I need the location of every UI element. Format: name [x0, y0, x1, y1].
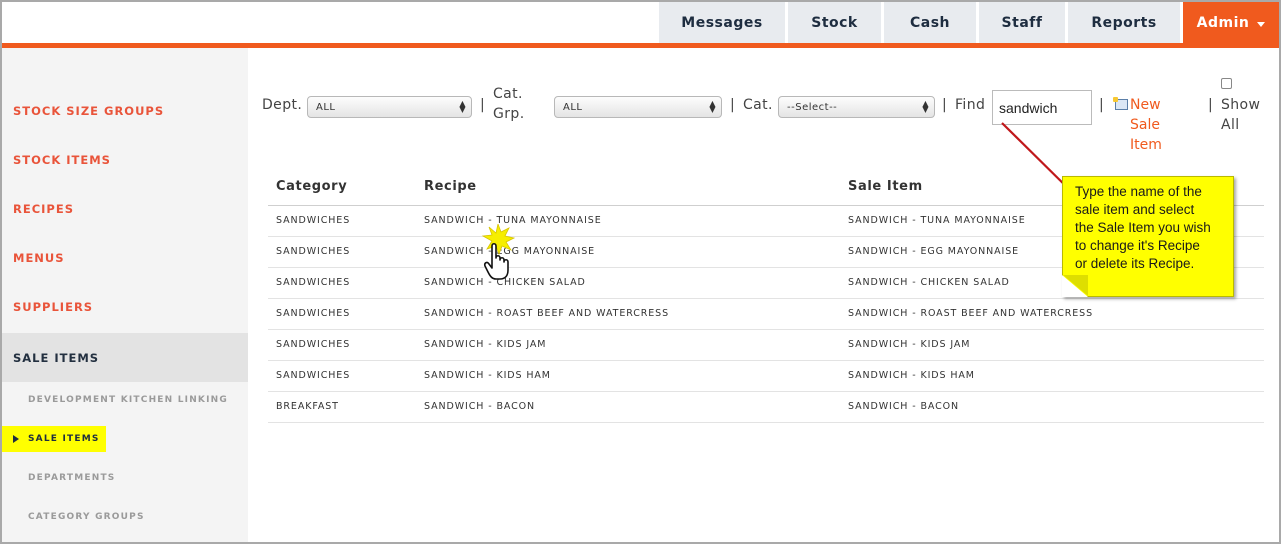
cell-recipe: SANDWICH - BACON: [424, 401, 536, 412]
sidebar-sub-development-kitchen-linking[interactable]: DEVELOPMENT KITCHEN LINKING: [2, 387, 228, 413]
sidebar-item-recipes[interactable]: RECIPES: [2, 184, 248, 233]
callout-line: or delete its Recipe.: [1075, 256, 1195, 271]
cell-category: SANDWICHES: [276, 339, 351, 350]
tab-admin[interactable]: Admin: [1183, 2, 1279, 44]
cell-sale-item: SANDWICH - ROAST BEEF AND WATERCRESS: [848, 308, 1094, 319]
sidebar-sub-category-groups[interactable]: CATEGORY GROUPS: [2, 504, 145, 530]
new-sale-item-link[interactable]: New Sale Item: [1130, 95, 1162, 155]
cell-sale-item: SANDWICH - KIDS HAM: [848, 370, 975, 381]
callout-line: the Sale Item you wish: [1075, 220, 1211, 235]
catgrp-select-value: ALL: [563, 101, 583, 113]
column-header-sale-item[interactable]: Sale Item: [848, 179, 923, 194]
sidebar-item-stock-items[interactable]: STOCK ITEMS: [2, 135, 248, 184]
cell-sale-item: SANDWICH - CHICKEN SALAD: [848, 277, 1010, 288]
select-arrows-icon: ▲ ▼: [459, 99, 466, 114]
cell-sale-item: SANDWICH - TUNA MAYONNAISE: [848, 215, 1026, 226]
filter-separator: |: [1099, 97, 1104, 113]
new-sale-item-line3: Item: [1130, 137, 1162, 153]
table-row[interactable]: SANDWICHES SANDWICH - ROAST BEEF AND WAT…: [268, 299, 1264, 330]
sidebar-sub-sale-items[interactable]: SALE ITEMS: [2, 426, 106, 452]
filter-separator: |: [730, 97, 735, 113]
find-label: Find: [955, 97, 986, 113]
catgrp-label-line2: Grp.: [493, 106, 525, 122]
dept-select-value: ALL: [316, 101, 336, 113]
filter-separator: |: [480, 97, 485, 113]
table-row[interactable]: BREAKFAST SANDWICH - BACON SANDWICH - BA…: [268, 392, 1264, 423]
callout-line: Type the name of the: [1075, 184, 1202, 199]
select-arrows-icon: ▲ ▼: [709, 99, 716, 114]
show-all-label-line2: All: [1221, 117, 1240, 133]
caret-down-icon: [1257, 21, 1266, 27]
dept-label: Dept.: [262, 97, 303, 113]
table-row[interactable]: SANDWICHES SANDWICH - KIDS HAM SANDWICH …: [268, 361, 1264, 392]
cell-recipe: SANDWICH - ROAST BEEF AND WATERCRESS: [424, 308, 670, 319]
sidebar-sub-sale-items-label: SALE ITEMS: [28, 434, 100, 444]
cell-recipe: SANDWICH - KIDS JAM: [424, 339, 547, 350]
callout-line: to change it's Recipe: [1075, 238, 1200, 253]
tab-admin-label: Admin: [1196, 15, 1250, 31]
cell-sale-item: SANDWICH - KIDS JAM: [848, 339, 971, 350]
new-sale-item-line1: New: [1130, 97, 1161, 113]
top-nav: Messages Stock Cash Staff Reports Admin: [2, 2, 1279, 44]
callout-line: sale item and select: [1075, 202, 1195, 217]
column-header-category[interactable]: Category: [276, 179, 347, 194]
cell-category: SANDWICHES: [276, 277, 351, 288]
column-header-recipe[interactable]: Recipe: [424, 179, 477, 194]
table-row[interactable]: SANDWICHES SANDWICH - KIDS JAM SANDWICH …: [268, 330, 1264, 361]
cell-recipe: SANDWICH - CHICKEN SALAD: [424, 277, 586, 288]
help-callout: Type the name of the sale item and selec…: [1062, 176, 1234, 297]
find-input[interactable]: [992, 90, 1092, 125]
tab-messages[interactable]: Messages: [659, 2, 785, 44]
cell-category: SANDWICHES: [276, 370, 351, 381]
sidebar-item-suppliers[interactable]: SUPPLIERS: [2, 282, 248, 331]
sidebar-pointer-icon: [13, 435, 19, 443]
cell-recipe: SANDWICH - TUNA MAYONNAISE: [424, 215, 602, 226]
tab-reports[interactable]: Reports: [1068, 2, 1180, 44]
show-all-label-line1: Show: [1221, 97, 1261, 113]
cell-recipe: SANDWICH - KIDS HAM: [424, 370, 551, 381]
cat-select-value: --Select--: [787, 101, 838, 113]
cell-category: SANDWICHES: [276, 215, 351, 226]
cell-category: SANDWICHES: [276, 246, 351, 257]
tab-staff[interactable]: Staff: [979, 2, 1065, 44]
cell-sale-item: SANDWICH - EGG MAYONNAISE: [848, 246, 1020, 257]
sidebar-item-menus[interactable]: MENUS: [2, 233, 248, 282]
new-sale-item-line2: Sale: [1130, 117, 1160, 133]
sidebar-item-stock-size-groups[interactable]: STOCK SIZE GROUPS: [2, 86, 248, 135]
catgrp-label-line1: Cat.: [493, 86, 523, 102]
sidebar-sub-departments[interactable]: DEPARTMENTS: [2, 465, 115, 491]
show-all-checkbox[interactable]: [1221, 78, 1232, 89]
cat-label: Cat.: [743, 97, 773, 113]
tab-stock[interactable]: Stock: [788, 2, 881, 44]
filter-separator: |: [942, 97, 947, 113]
new-item-icon[interactable]: [1113, 97, 1128, 110]
cell-category: SANDWICHES: [276, 308, 351, 319]
sidebar: STOCK SIZE GROUPS STOCK ITEMS RECIPES ME…: [2, 48, 248, 542]
sidebar-item-sale-items[interactable]: SALE ITEMS: [2, 333, 248, 382]
catgrp-select[interactable]: ALL ▲ ▼: [554, 96, 722, 118]
cell-category: BREAKFAST: [276, 401, 339, 412]
cell-sale-item: SANDWICH - BACON: [848, 401, 960, 412]
cell-recipe: SANDWICH - EGG MAYONNAISE: [424, 246, 596, 257]
filter-separator: |: [1208, 97, 1213, 113]
dept-select[interactable]: ALL ▲ ▼: [307, 96, 472, 118]
tab-cash[interactable]: Cash: [884, 2, 976, 44]
select-arrows-icon: ▲ ▼: [922, 99, 929, 114]
cat-select[interactable]: --Select-- ▲ ▼: [778, 96, 935, 118]
